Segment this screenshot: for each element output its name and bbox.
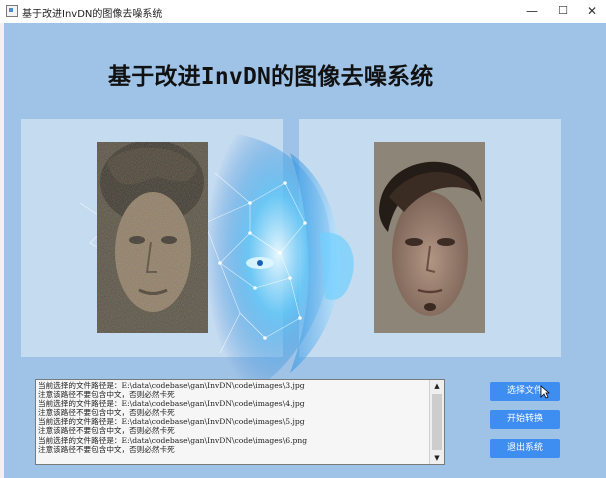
close-button[interactable]: ✕ xyxy=(578,2,606,20)
exit-system-button[interactable]: 退出系统 xyxy=(490,439,560,458)
scroll-up-arrow-icon[interactable]: ▲ xyxy=(430,380,444,392)
scroll-thumb[interactable] xyxy=(432,394,442,450)
denoised-output-image xyxy=(374,142,485,333)
log-lines: 当前选择的文件路径是：E:\data\codebase\gan\InvDN\co… xyxy=(38,381,428,454)
log-line: 注意该路径不要包含中文，否则必然卡死 xyxy=(38,390,175,400)
window-edge xyxy=(0,23,4,478)
page-title: 基于改进InvDN的图像去噪系统 xyxy=(108,64,434,90)
noisy-input-image xyxy=(97,142,208,333)
main-window: 基于改进InvDN的图像去噪系统 当前选择的文件路径是：E:\data\code… xyxy=(0,23,606,478)
log-text-area[interactable]: 当前选择的文件路径是：E:\data\codebase\gan\InvDN\co… xyxy=(35,379,445,465)
title-bar: 基于改进InvDN的图像去噪系统 — ☐ ✕ xyxy=(0,0,606,24)
log-scrollbar[interactable]: ▲ ▼ xyxy=(429,380,444,464)
log-line: 当前选择的文件路径是：E:\data\codebase\gan\InvDN\co… xyxy=(38,435,308,445)
log-line: 注意该路径不要包含中文，否则必然卡死 xyxy=(38,444,175,454)
log-line: 当前选择的文件路径是：E:\data\codebase\gan\InvDN\co… xyxy=(38,381,305,390)
maximize-button[interactable]: ☐ xyxy=(549,2,577,20)
log-line: 当前选择的文件路径是：E:\data\codebase\gan\InvDN\co… xyxy=(38,399,305,409)
minimize-button[interactable]: — xyxy=(518,2,546,20)
log-line: 注意该路径不要包含中文，否则必然卡死 xyxy=(38,426,175,436)
mouse-cursor-icon xyxy=(540,385,550,399)
log-line: 注意该路径不要包含中文，否则必然卡死 xyxy=(38,408,175,418)
app-icon xyxy=(6,5,18,17)
start-convert-button[interactable]: 开始转换 xyxy=(490,410,560,429)
window-title: 基于改进InvDN的图像去噪系统 xyxy=(22,9,163,20)
scroll-down-arrow-icon[interactable]: ▼ xyxy=(430,452,444,464)
